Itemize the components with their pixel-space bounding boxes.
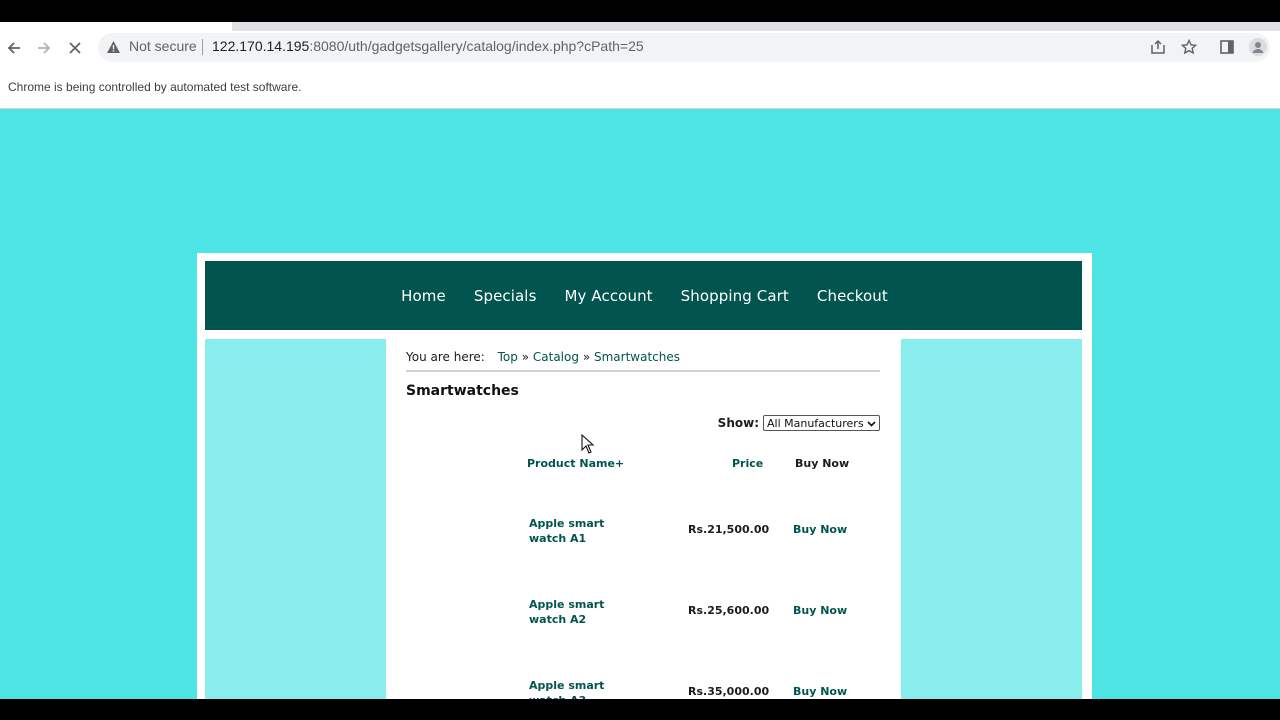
product-name-link[interactable]: Apple smart watch A1 xyxy=(529,516,644,546)
nav-specials[interactable]: Specials xyxy=(474,287,537,305)
manufacturer-filter: Show: All Manufacturers xyxy=(718,415,880,431)
back-arrow-icon[interactable] xyxy=(3,37,25,59)
buy-now-button[interactable]: Buy Now xyxy=(793,523,847,536)
infobar-text: Chrome is being controlled by automated … xyxy=(8,80,302,94)
price-header: Price xyxy=(732,457,764,470)
page-title: Smartwatches xyxy=(406,383,519,399)
sort-product-name[interactable]: Product Name+ xyxy=(527,457,624,470)
active-tab[interactable] xyxy=(0,22,232,31)
nav-checkout[interactable]: Checkout xyxy=(817,287,888,305)
breadcrumb-top[interactable]: Top xyxy=(498,350,518,364)
browser-toolbar: Not secure 122.170.14.195:8080/uth/gadge… xyxy=(0,31,1280,64)
url-host: 122.170.14.195 xyxy=(212,38,310,54)
table-row: Apple smart watch A1 Rs.21,500.00 Buy No… xyxy=(406,516,880,556)
buy-now-button[interactable]: Buy Now xyxy=(793,685,847,698)
url-path: :8080/uth/gadgetsgallery/catalog/index.p… xyxy=(309,38,644,54)
buy-now-button[interactable]: Buy Now xyxy=(793,604,847,617)
url-text[interactable]: 122.170.14.195:8080/uth/gadgetsgallery/c… xyxy=(212,38,644,54)
nav-shopping-cart[interactable]: Shopping Cart xyxy=(681,287,789,305)
table-row: Apple smart watch A2 Rs.25,600.00 Buy No… xyxy=(406,597,880,637)
security-label[interactable]: Not secure xyxy=(129,38,197,54)
breadcrumb-smartwatches[interactable]: Smartwatches xyxy=(594,350,680,364)
buy-now-header: Buy Now xyxy=(795,457,850,470)
left-column xyxy=(205,339,386,699)
side-panel-icon[interactable] xyxy=(1218,38,1236,56)
manufacturer-select-value: All Manufacturers xyxy=(767,416,864,430)
breadcrumb-lead: You are here: xyxy=(406,350,485,364)
breadcrumb: You are here: Top » Catalog » Smartwatch… xyxy=(406,350,680,364)
screen: Not secure 122.170.14.195:8080/uth/gadge… xyxy=(0,0,1280,720)
nav-home[interactable]: Home xyxy=(401,287,446,305)
main-navbar: Home Specials My Account Shopping Cart C… xyxy=(205,261,1082,330)
warning-icon[interactable] xyxy=(106,40,121,59)
right-column xyxy=(901,339,1082,699)
product-price: Rs.25,600.00 xyxy=(688,604,770,617)
product-name-link[interactable]: Apple smart watch A3 xyxy=(529,678,644,699)
nav-my-account[interactable]: My Account xyxy=(565,287,653,305)
tab-strip xyxy=(0,22,1280,31)
main-content: You are here: Top » Catalog » Smartwatch… xyxy=(406,339,880,699)
share-icon[interactable] xyxy=(1149,38,1167,56)
automation-infobar: Chrome is being controlled by automated … xyxy=(0,64,1280,109)
store-container: Home Specials My Account Shopping Cart C… xyxy=(197,253,1092,699)
stop-loading-icon[interactable] xyxy=(64,37,86,59)
web-page: Home Specials My Account Shopping Cart C… xyxy=(0,109,1280,699)
forward-arrow-icon[interactable] xyxy=(33,37,55,59)
profile-icon[interactable] xyxy=(1249,38,1267,56)
omnibox-separator xyxy=(202,39,203,55)
table-row: Apple smart watch A3 Rs.35,000.00 Buy No… xyxy=(406,678,880,699)
chevron-down-icon xyxy=(867,417,876,430)
product-price: Rs.21,500.00 xyxy=(688,523,770,536)
manufacturer-select[interactable]: All Manufacturers xyxy=(763,415,880,431)
product-name-link[interactable]: Apple smart watch A2 xyxy=(529,597,644,627)
breadcrumb-separator: » xyxy=(582,350,591,364)
filter-label: Show: xyxy=(717,416,759,430)
breadcrumb-separator: » xyxy=(521,350,530,364)
breadcrumb-catalog[interactable]: Catalog xyxy=(533,350,579,364)
product-price: Rs.35,000.00 xyxy=(688,685,770,698)
star-icon[interactable] xyxy=(1180,38,1198,56)
breadcrumb-divider xyxy=(406,370,880,372)
mouse-cursor-icon xyxy=(581,433,595,459)
